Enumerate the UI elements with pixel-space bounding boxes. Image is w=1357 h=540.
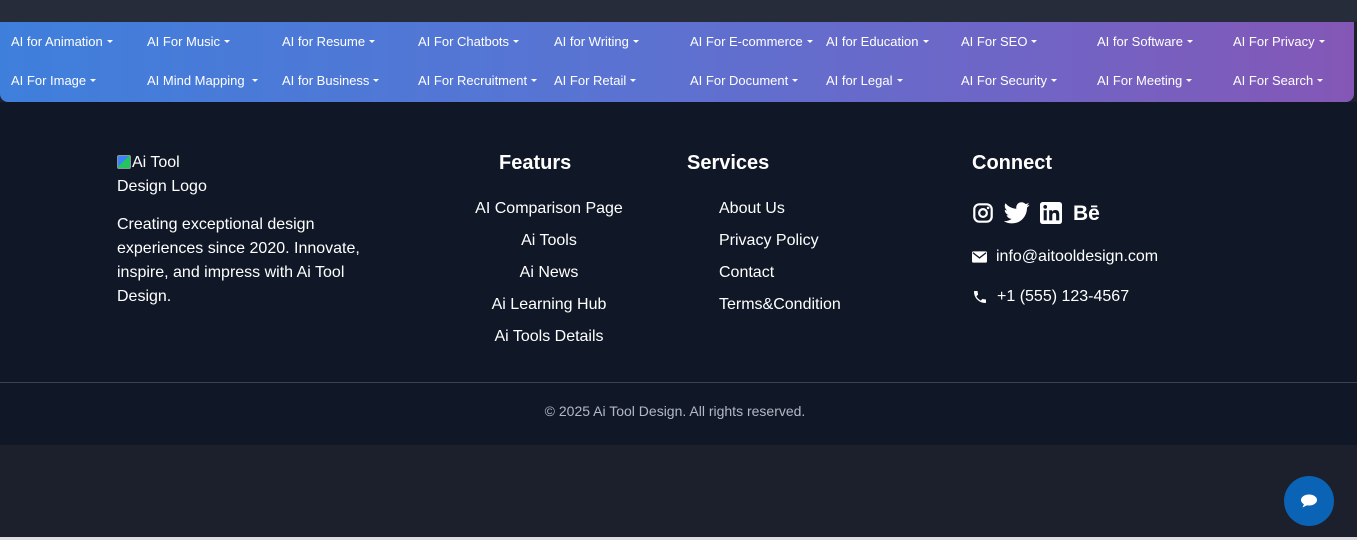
caret-down-icon	[922, 40, 929, 43]
caret-down-icon	[106, 40, 113, 43]
phone-icon	[974, 291, 986, 303]
footer-link-contact[interactable]: Contact	[719, 263, 774, 283]
caret-down-icon	[1186, 79, 1193, 82]
category-label: AI For Meeting	[1097, 73, 1183, 88]
footer-link-privacy-policy[interactable]: Privacy Policy	[719, 231, 819, 251]
footer-link-terms[interactable]: Terms&Condition	[719, 295, 841, 315]
caret-down-icon	[513, 40, 520, 43]
footer-link-ai-news[interactable]: Ai News	[475, 263, 623, 283]
category-dropdown[interactable]: AI for Legal	[826, 72, 903, 90]
logo-alt-text: Ai Tool	[132, 154, 180, 171]
category-dropdown[interactable]: AI for Animation	[11, 33, 113, 51]
caret-down-icon	[1318, 40, 1325, 43]
category-dropdown[interactable]: AI for Writing	[554, 33, 639, 51]
category-label: AI For Music	[147, 34, 220, 49]
caret-down-icon	[630, 79, 637, 82]
envelope-icon	[972, 251, 987, 263]
category-dropdown[interactable]: AI For Search	[1233, 72, 1324, 90]
footer-link-comparison[interactable]: AI Comparison Page	[475, 199, 623, 219]
phone-row[interactable]: +1 (555) 123-4567	[972, 287, 1129, 307]
connect-heading: Connect	[972, 152, 1052, 174]
caret-down-icon	[1050, 79, 1057, 82]
category-dropdown[interactable]: AI For SEO	[961, 33, 1038, 51]
services-heading: Services	[687, 152, 770, 174]
features-heading: Featurs	[499, 152, 572, 174]
category-dropdown[interactable]: AI For E-commerce	[690, 33, 813, 51]
broken-image-icon	[117, 155, 131, 169]
footer-logo[interactable]: Ai Tool Design Logo	[117, 151, 217, 199]
behance-icon[interactable]: Bē	[1073, 201, 1103, 225]
category-label: AI For Search	[1233, 73, 1314, 88]
category-label: AI Mind Mapping	[147, 73, 245, 88]
caret-down-icon	[1317, 79, 1324, 82]
category-dropdown[interactable]: AI For Security	[961, 72, 1057, 90]
footer-link-tools-details[interactable]: Ai Tools Details	[475, 327, 623, 347]
category-label: AI For Security	[961, 73, 1047, 88]
logo-alt-text: Design Logo	[117, 178, 207, 195]
chat-button[interactable]	[1284, 476, 1334, 526]
caret-down-icon	[531, 79, 538, 82]
caret-down-icon	[1031, 40, 1038, 43]
category-label: AI For Chatbots	[418, 34, 510, 49]
caret-down-icon	[90, 79, 97, 82]
category-label: AI for Writing	[554, 34, 629, 49]
caret-down-icon	[223, 40, 230, 43]
category-dropdown[interactable]: AI for Resume	[282, 33, 376, 51]
phone-text: +1 (555) 123-4567	[997, 288, 1130, 305]
category-dropdown[interactable]: AI For Music	[147, 33, 230, 51]
category-row-1: AI for Animation AI For Music AI for Res…	[0, 33, 1354, 53]
category-label: AI For Image	[11, 73, 87, 88]
category-label: AI For Privacy	[1233, 34, 1315, 49]
category-label: AI for Software	[1097, 34, 1183, 49]
footer-link-ai-tools[interactable]: Ai Tools	[475, 231, 623, 251]
category-dropdown[interactable]: AI for Business	[282, 72, 380, 90]
category-label: AI For Document	[690, 73, 789, 88]
footer-link-learning-hub[interactable]: Ai Learning Hub	[475, 295, 623, 315]
category-dropdown[interactable]: AI For Retail	[554, 72, 637, 90]
category-dropdown[interactable]: AI For Image	[11, 72, 97, 90]
caret-down-icon	[369, 40, 376, 43]
caret-down-icon	[792, 79, 799, 82]
category-label: AI for Animation	[11, 34, 103, 49]
category-label: AI For SEO	[961, 34, 1028, 49]
category-menu-bar: AI for Animation AI For Music AI for Res…	[0, 22, 1354, 102]
caret-down-icon	[1186, 40, 1193, 43]
footer-about-text: Creating exceptional design experiences …	[117, 216, 360, 305]
email-text: info@aitooldesign.com	[996, 248, 1159, 265]
caret-down-icon	[806, 40, 813, 43]
category-dropdown[interactable]: AI For Recruitment	[418, 72, 538, 90]
category-dropdown[interactable]: AI For Document	[690, 72, 799, 90]
caret-down-icon	[373, 79, 380, 82]
site-footer: Ai Tool Design Logo Creating exceptional…	[0, 102, 1357, 383]
category-dropdown[interactable]: AI for Education	[826, 33, 929, 51]
category-dropdown[interactable]: AI Mind Mapping	[147, 72, 258, 90]
caret-down-icon	[632, 40, 639, 43]
footer-link-about-us[interactable]: About Us	[719, 199, 785, 219]
top-strip	[0, 0, 1357, 22]
caret-down-icon	[896, 79, 903, 82]
category-row-2: AI For Image AI Mind Mapping AI for Busi…	[0, 72, 1354, 92]
email-row[interactable]: info@aitooldesign.com	[972, 247, 1158, 267]
category-label: AI for Education	[826, 34, 919, 49]
category-dropdown[interactable]: AI for Software	[1097, 33, 1193, 51]
instagram-icon[interactable]	[972, 201, 994, 225]
linkedin-icon[interactable]	[1040, 201, 1062, 225]
category-label: AI for Business	[282, 73, 370, 88]
copyright-text: © 2025 Ai Tool Design. All rights reserv…	[544, 403, 806, 419]
category-label: AI For Retail	[554, 73, 627, 88]
category-label: AI for Legal	[826, 73, 893, 88]
category-dropdown[interactable]: AI For Meeting	[1097, 72, 1193, 90]
caret-down-icon	[251, 79, 258, 82]
footer-bottom-bar: © 2025 Ai Tool Design. All rights reserv…	[0, 383, 1357, 445]
chat-bubble-icon	[1301, 494, 1317, 508]
svg-text:Bē: Bē	[1073, 202, 1100, 224]
category-label: AI for Resume	[282, 34, 366, 49]
category-label: AI For Recruitment	[418, 73, 528, 88]
category-dropdown[interactable]: AI For Privacy	[1233, 33, 1325, 51]
category-dropdown[interactable]: AI For Chatbots	[418, 33, 520, 51]
twitter-icon[interactable]	[1004, 201, 1030, 225]
category-label: AI For E-commerce	[690, 34, 803, 49]
